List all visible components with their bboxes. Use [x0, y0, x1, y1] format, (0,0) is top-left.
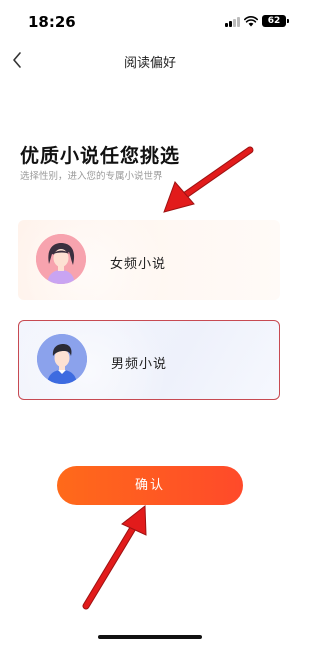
status-bar: 18:26 62 — [0, 0, 300, 40]
home-indicator — [98, 635, 202, 639]
subtitle: 选择性别，进入您的专属小说世界 — [20, 171, 163, 182]
status-time: 18:26 — [28, 13, 76, 31]
headline: 优质小说任您挑选 — [20, 145, 181, 167]
male-avatar-icon — [37, 334, 87, 384]
option-male-novels[interactable]: 男频小说 — [18, 320, 280, 400]
battery-icon: 62 — [262, 15, 289, 27]
confirm-button[interactable]: 确认 — [57, 466, 243, 505]
wifi-icon — [244, 16, 258, 27]
option-label: 女频小说 — [110, 257, 167, 272]
annotation-arrow-icon — [82, 505, 147, 610]
option-female-novels[interactable]: 女频小说 — [18, 220, 280, 300]
signal-icon — [225, 17, 241, 27]
option-label: 男频小说 — [111, 357, 168, 372]
page-title: 阅读偏好 — [123, 56, 176, 71]
female-avatar-icon — [36, 234, 86, 284]
